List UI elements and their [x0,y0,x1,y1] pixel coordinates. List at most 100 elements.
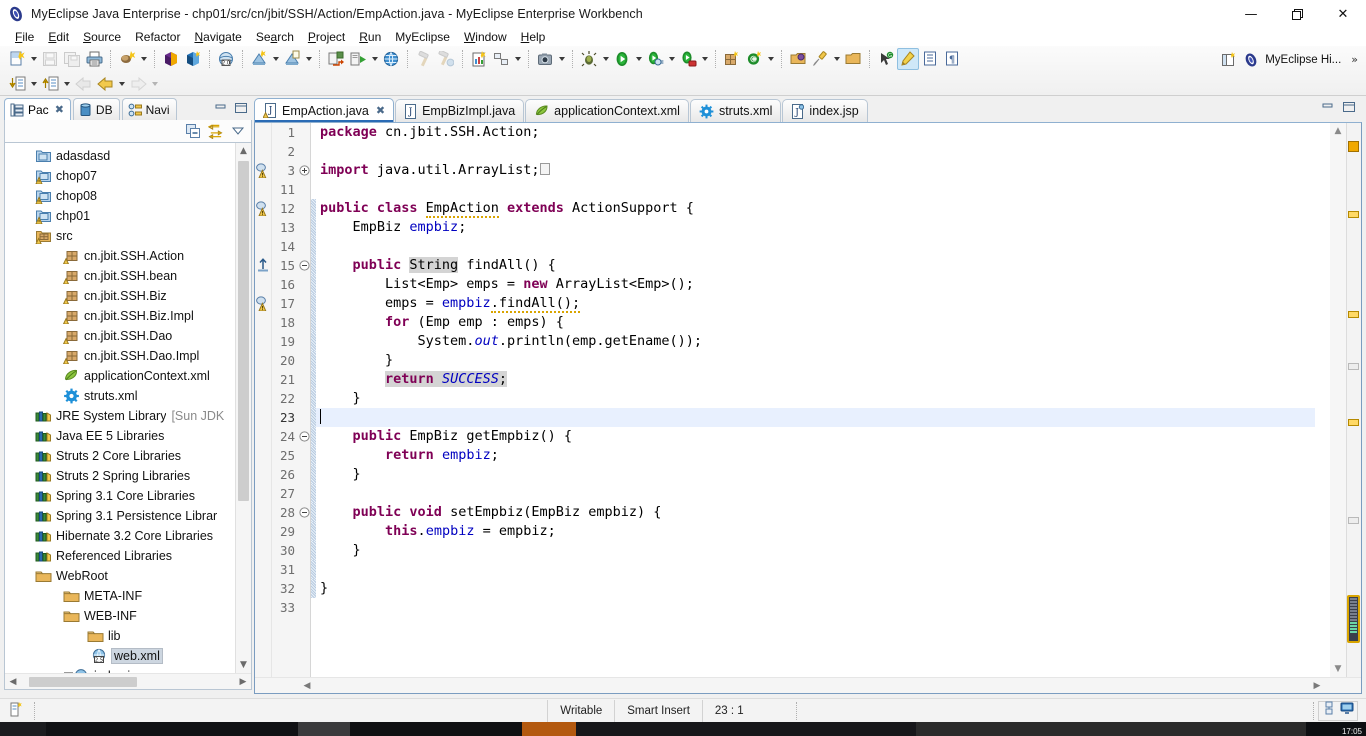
forward-back-button[interactable] [94,73,116,95]
tree-item-struts-xml[interactable]: struts.xml [5,386,235,406]
overview-marker-warning[interactable] [1348,211,1359,218]
myeclipse-perspective-button[interactable] [1240,49,1262,71]
menu-navigate[interactable]: Navigate [187,29,248,45]
source-editor[interactable]: 1 2 3 11 12 13 14 15 16 17 18 19 20 21 22 23 24 25 26 27 28 2… [254,122,1362,694]
manage-server-dropdown[interactable] [303,48,314,70]
forward-back-dropdown[interactable] [116,73,127,95]
run-button[interactable] [611,48,633,70]
menu-refactor[interactable]: Refactor [128,29,187,45]
perspective-label[interactable]: MyEclipse Hi... [1265,54,1341,66]
build-button[interactable] [413,48,435,70]
editor-tab-empbizimpl-java[interactable]: J EmpBizImpl.java [395,99,525,122]
perspective-chevron-icon[interactable]: » [1351,53,1358,66]
code-line[interactable]: emps = empbiz.findAll(); [316,294,1315,313]
overview-marker-grey[interactable] [1348,517,1359,524]
code-line[interactable]: EmpBiz empbiz; [316,218,1315,237]
debug-dropdown[interactable] [600,48,611,70]
open-task-button[interactable] [842,48,864,70]
scroll-right-arrow-icon[interactable]: ▶ [1309,678,1325,693]
taskbar-segment[interactable] [298,722,350,736]
tree-item-hibernate32-core-libraries[interactable]: Hibernate 3.2 Core Libraries [5,526,235,546]
myeclipse-deploy-button[interactable] [116,48,138,70]
code-line[interactable]: package cn.jbit.SSH.Action; [316,123,1315,142]
code-line[interactable] [316,180,1315,199]
tree-item-package-biz[interactable]: cn.jbit.SSH.Biz [5,286,235,306]
taskbar-segment[interactable] [576,722,916,736]
tree-item-chp01[interactable]: chp01 [5,206,235,226]
link-editor-button[interactable] [207,123,224,140]
tree-vertical-scrollbar[interactable]: ▲ ▼ [235,143,251,673]
new-class-dropdown[interactable] [765,48,776,70]
code-line[interactable]: return SUCCESS; [316,370,1315,389]
menu-run[interactable]: Run [352,29,388,45]
close-icon[interactable]: ✖ [55,103,64,116]
view-tab-package-explorer[interactable]: Pac ✖ [4,98,71,120]
scroll-right-arrow-icon[interactable]: ▶ [235,677,251,687]
open-db-browser-button[interactable] [160,48,182,70]
tree-item-index-jsp[interactable]: J index.jsp [5,666,235,673]
server-status-icon[interactable] [1322,701,1336,721]
tree-item-referenced-libraries[interactable]: Referenced Libraries [5,546,235,566]
search-button[interactable] [809,48,831,70]
overview-marker-warning[interactable] [1348,311,1359,318]
desktop-status-icon[interactable] [1340,701,1354,721]
debug-button[interactable] [578,48,600,70]
code-line[interactable]: } [316,351,1315,370]
overview-ruler[interactable] [1346,123,1361,677]
run-jsp-button[interactable] [347,48,369,70]
tree-item-src[interactable]: src [5,226,235,246]
web-project-button[interactable]: 2.0 [215,48,237,70]
tree-item-webroot[interactable]: WebRoot [5,566,235,586]
previous-annotation-dropdown[interactable] [61,73,72,95]
menu-edit[interactable]: Edit [41,29,76,45]
menu-project[interactable]: Project [301,29,352,45]
snapshot-button[interactable] [534,48,556,70]
scroll-left-arrow-icon[interactable]: ◀ [5,677,21,687]
code-line[interactable] [316,408,1315,427]
restore-button[interactable] [1274,0,1320,28]
scrollbar-thumb[interactable] [238,161,249,501]
overview-marker-grey[interactable] [1348,363,1359,370]
menu-help[interactable]: Help [514,29,553,45]
code-line[interactable]: import java.util.ArrayList; [316,161,1315,180]
maximize-icon[interactable] [234,101,248,120]
taskbar-segment[interactable] [0,722,46,736]
view-tab-navigator[interactable]: Navi [121,98,177,120]
next-annotation-dropdown[interactable] [28,73,39,95]
new-report-button[interactable] [468,48,490,70]
run-configurations-dropdown[interactable] [666,48,677,70]
tree-item-spring31-persistence-libraries[interactable]: Spring 3.1 Persistence Librar [5,506,235,526]
tree-item-meta-inf[interactable]: META-INF [5,586,235,606]
overview-marker-square[interactable] [1348,141,1359,152]
fold-collapse-toggle[interactable] [298,256,310,275]
export-button[interactable] [325,48,347,70]
code-line[interactable] [316,142,1315,161]
editor-minimap[interactable] [1347,595,1360,643]
menu-window[interactable]: Window [457,29,514,45]
tree-item-chop08[interactable]: chop08 [5,186,235,206]
code-line[interactable] [316,598,1315,617]
tree-horizontal-scrollbar[interactable]: ◀ ▶ [5,673,251,689]
tree-item-struts2-spring-libraries[interactable]: Struts 2 Spring Libraries [5,466,235,486]
menu-search[interactable]: Search [249,29,301,45]
stop-profile-button[interactable] [677,48,699,70]
toggle-highlight-button[interactable] [897,47,919,70]
annotation-ruler[interactable] [255,123,272,677]
code-line[interactable]: } [316,465,1315,484]
uml-dropdown[interactable] [512,48,523,70]
open-type-button[interactable] [787,48,809,70]
tree-item-package-dao-impl[interactable]: cn.jbit.SSH.Dao.Impl [5,346,235,366]
code-line[interactable]: return empbiz; [316,446,1315,465]
code-line[interactable]: public EmpBiz getEmpbiz() { [316,427,1315,446]
new-wizard-dropdown[interactable] [28,48,39,70]
code-line[interactable]: List<Emp> emps = new ArrayList<Emp>(); [316,275,1315,294]
code-line[interactable]: System.out.println(emp.getEname()); [316,332,1315,351]
run-jsp-dropdown[interactable] [369,48,380,70]
scroll-up-arrow-icon[interactable]: ▲ [1330,123,1346,139]
maximize-icon[interactable] [1342,100,1356,118]
scroll-up-arrow-icon[interactable]: ▲ [236,143,251,159]
folding-ruler[interactable] [298,123,311,677]
taskbar-segment[interactable] [350,722,522,736]
collapse-all-button[interactable] [185,123,202,140]
code-text-area[interactable]: package cn.jbit.SSH.Action; import java.u… [316,123,1315,677]
